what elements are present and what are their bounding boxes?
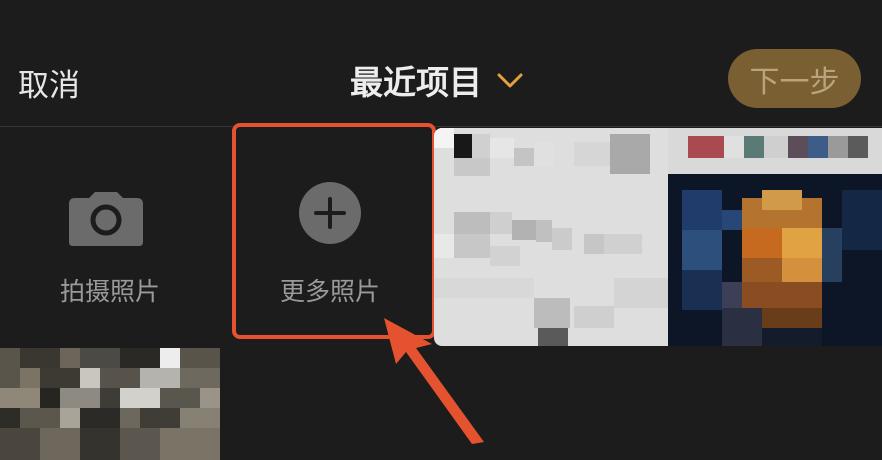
take-photo-label: 拍摄照片	[59, 277, 160, 306]
photo-pixels	[434, 128, 668, 346]
cancel-button[interactable]: 取消	[18, 60, 80, 105]
album-title: 最近项目	[350, 63, 482, 102]
photo-thumbnail[interactable]	[0, 348, 220, 460]
pointer-arrow-icon	[384, 318, 484, 444]
top-bar: 取消 最近项目 下一步	[0, 0, 882, 126]
next-step-button[interactable]: 下一步	[728, 49, 861, 108]
header-divider	[0, 126, 882, 127]
chevron-down-icon	[497, 73, 523, 88]
highlight-box	[232, 123, 436, 339]
take-photo-tile[interactable]: 拍摄照片	[0, 128, 220, 346]
photo-thumbnail[interactable]	[434, 128, 668, 346]
photo-thumbnail[interactable]	[668, 128, 882, 346]
camera-icon	[69, 192, 143, 246]
photo-pixels	[668, 128, 882, 346]
album-selector[interactable]: 最近项目	[350, 56, 524, 104]
photo-pixels	[0, 348, 220, 460]
